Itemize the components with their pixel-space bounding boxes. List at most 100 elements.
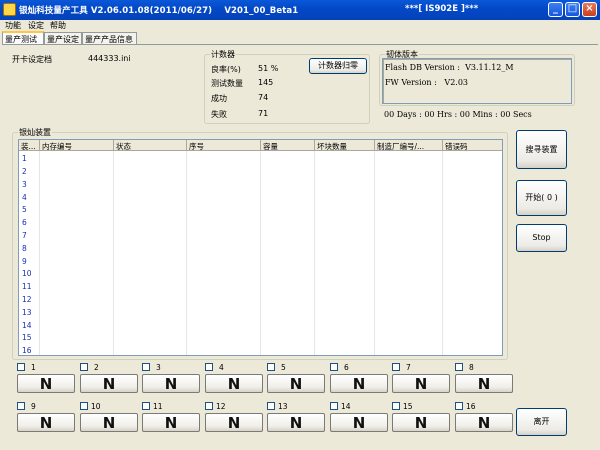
- col-header-bad-blocks[interactable]: 坏块数量: [315, 140, 375, 151]
- table-row[interactable]: 2: [22, 167, 27, 176]
- card-config-label: 开卡设定档: [12, 55, 52, 64]
- slot-checkbox-11[interactable]: [142, 402, 150, 410]
- slot-status-button-14[interactable]: N: [330, 413, 388, 432]
- slot-number-9: 9: [31, 402, 36, 411]
- table-row[interactable]: 9: [22, 257, 27, 266]
- slot-number-15: 15: [403, 402, 413, 411]
- slot-status-button-13[interactable]: N: [267, 413, 325, 432]
- table-row[interactable]: 7: [22, 231, 27, 240]
- table-row[interactable]: 6: [22, 218, 27, 227]
- slot-status-button-6[interactable]: N: [330, 374, 388, 393]
- slot-status-button-4[interactable]: N: [205, 374, 263, 393]
- tab-production-settings[interactable]: 量产设定: [44, 32, 82, 44]
- fail-value: 71: [258, 109, 269, 118]
- col-divider: [502, 151, 503, 355]
- slot-status-button-5[interactable]: N: [267, 374, 325, 393]
- counter-title: 计数器: [210, 49, 236, 60]
- slot-status-button-3[interactable]: N: [142, 374, 200, 393]
- close-button[interactable]: ×: [582, 2, 597, 17]
- slot-number-12: 12: [216, 402, 226, 411]
- menu-function[interactable]: 功能: [5, 20, 21, 31]
- slot-checkbox-9[interactable]: [17, 402, 25, 410]
- table-row[interactable]: 10: [22, 269, 32, 278]
- firmware-info-box: Flash DB Version : V3.11.12_M FW Version…: [382, 58, 572, 104]
- success-value: 74: [258, 93, 269, 102]
- start-button[interactable]: 开始( 0 ): [516, 180, 567, 216]
- app-icon: [3, 3, 16, 16]
- minimize-button[interactable]: _: [548, 2, 563, 17]
- slot-status-button-8[interactable]: N: [455, 374, 513, 393]
- table-row[interactable]: 11: [22, 282, 32, 291]
- table-row[interactable]: 12: [22, 295, 32, 304]
- slot-number-14: 14: [341, 402, 351, 411]
- col-header-memory-id[interactable]: 内存编号: [40, 140, 114, 151]
- slot-status-button-11[interactable]: N: [142, 413, 200, 432]
- menu-bar: 功能 设定 帮助: [0, 20, 600, 31]
- table-row[interactable]: 14: [22, 321, 32, 330]
- reset-counter-button[interactable]: 计数器归零: [309, 58, 367, 74]
- slot-number-5: 5: [281, 363, 286, 372]
- slot-checkbox-16[interactable]: [455, 402, 463, 410]
- tab-production-test[interactable]: 量产测试: [2, 31, 44, 45]
- slot-checkbox-4[interactable]: [205, 363, 213, 371]
- slot-status-button-1[interactable]: N: [17, 374, 75, 393]
- slot-checkbox-2[interactable]: [80, 363, 88, 371]
- slot-status-button-12[interactable]: N: [205, 413, 263, 432]
- table-row[interactable]: 4: [22, 193, 27, 202]
- slot-status-button-16[interactable]: N: [455, 413, 513, 432]
- col-divider: [39, 151, 40, 355]
- menu-help[interactable]: 帮助: [50, 20, 66, 31]
- table-row[interactable]: 1: [22, 154, 27, 163]
- slot-checkbox-6[interactable]: [330, 363, 338, 371]
- stop-button[interactable]: Stop: [516, 224, 567, 252]
- slot-checkbox-14[interactable]: [330, 402, 338, 410]
- device-model-title: ***[ IS902E ]***: [405, 4, 479, 14]
- slot-status-button-7[interactable]: N: [392, 374, 450, 393]
- maximize-button[interactable]: □: [565, 2, 580, 17]
- slot-number-8: 8: [469, 363, 474, 372]
- col-header-slot[interactable]: 装...: [19, 140, 40, 151]
- table-row[interactable]: 5: [22, 205, 27, 214]
- slot-number-6: 6: [344, 363, 349, 372]
- slot-status-button-10[interactable]: N: [80, 413, 138, 432]
- success-label: 成功: [211, 94, 227, 103]
- slot-checkbox-15[interactable]: [392, 402, 400, 410]
- search-devices-button[interactable]: 搜寻装置: [516, 130, 567, 169]
- device-list-table[interactable]: 装... 内存编号 状态 序号 容量 坏块数量 制造厂编号/... 错误码 1 …: [18, 139, 503, 356]
- exit-button[interactable]: 离开: [516, 408, 567, 436]
- table-row[interactable]: 16: [22, 346, 32, 355]
- menu-settings[interactable]: 设定: [28, 20, 44, 31]
- slot-checkbox-8[interactable]: [455, 363, 463, 371]
- table-header: 装... 内存编号 状态 序号 容量 坏块数量 制造厂编号/... 错误码: [19, 140, 502, 151]
- col-divider: [314, 151, 315, 355]
- table-row[interactable]: 3: [22, 180, 27, 189]
- slot-checkbox-12[interactable]: [205, 402, 213, 410]
- slot-checkbox-3[interactable]: [142, 363, 150, 371]
- slot-status-button-15[interactable]: N: [392, 413, 450, 432]
- slot-number-1: 1: [31, 363, 36, 372]
- devices-title: 银灿装置: [18, 127, 52, 138]
- slot-checkbox-1[interactable]: [17, 363, 25, 371]
- slot-status-button-2[interactable]: N: [80, 374, 138, 393]
- slot-status-button-9[interactable]: N: [17, 413, 75, 432]
- yield-label: 良率(%): [211, 65, 241, 74]
- slot-checkbox-5[interactable]: [267, 363, 275, 371]
- col-header-serial[interactable]: 序号: [187, 140, 261, 151]
- elapsed-timer: 00 Days : 00 Hrs : 00 Mins : 00 Secs: [384, 110, 532, 119]
- tab-product-info[interactable]: 量产产品信息: [82, 32, 137, 44]
- slot-number-3: 3: [156, 363, 161, 372]
- slot-checkbox-10[interactable]: [80, 402, 88, 410]
- col-header-capacity[interactable]: 容量: [261, 140, 315, 151]
- col-header-manufacturer-id[interactable]: 制造厂编号/...: [375, 140, 443, 151]
- col-divider: [442, 151, 443, 355]
- col-header-status[interactable]: 状态: [114, 140, 187, 151]
- slot-checkbox-13[interactable]: [267, 402, 275, 410]
- col-header-error-code[interactable]: 错误码: [443, 140, 502, 151]
- slot-checkbox-7[interactable]: [392, 363, 400, 371]
- table-row[interactable]: 8: [22, 244, 27, 253]
- table-row[interactable]: 15: [22, 333, 32, 342]
- flash-db-version: Flash DB Version : V3.11.12_M: [385, 63, 514, 72]
- col-divider: [260, 151, 261, 355]
- window-title: 银灿科技量产工具 V2.06.01.08(2011/06/27) V201_00…: [19, 6, 299, 16]
- table-row[interactable]: 13: [22, 308, 32, 317]
